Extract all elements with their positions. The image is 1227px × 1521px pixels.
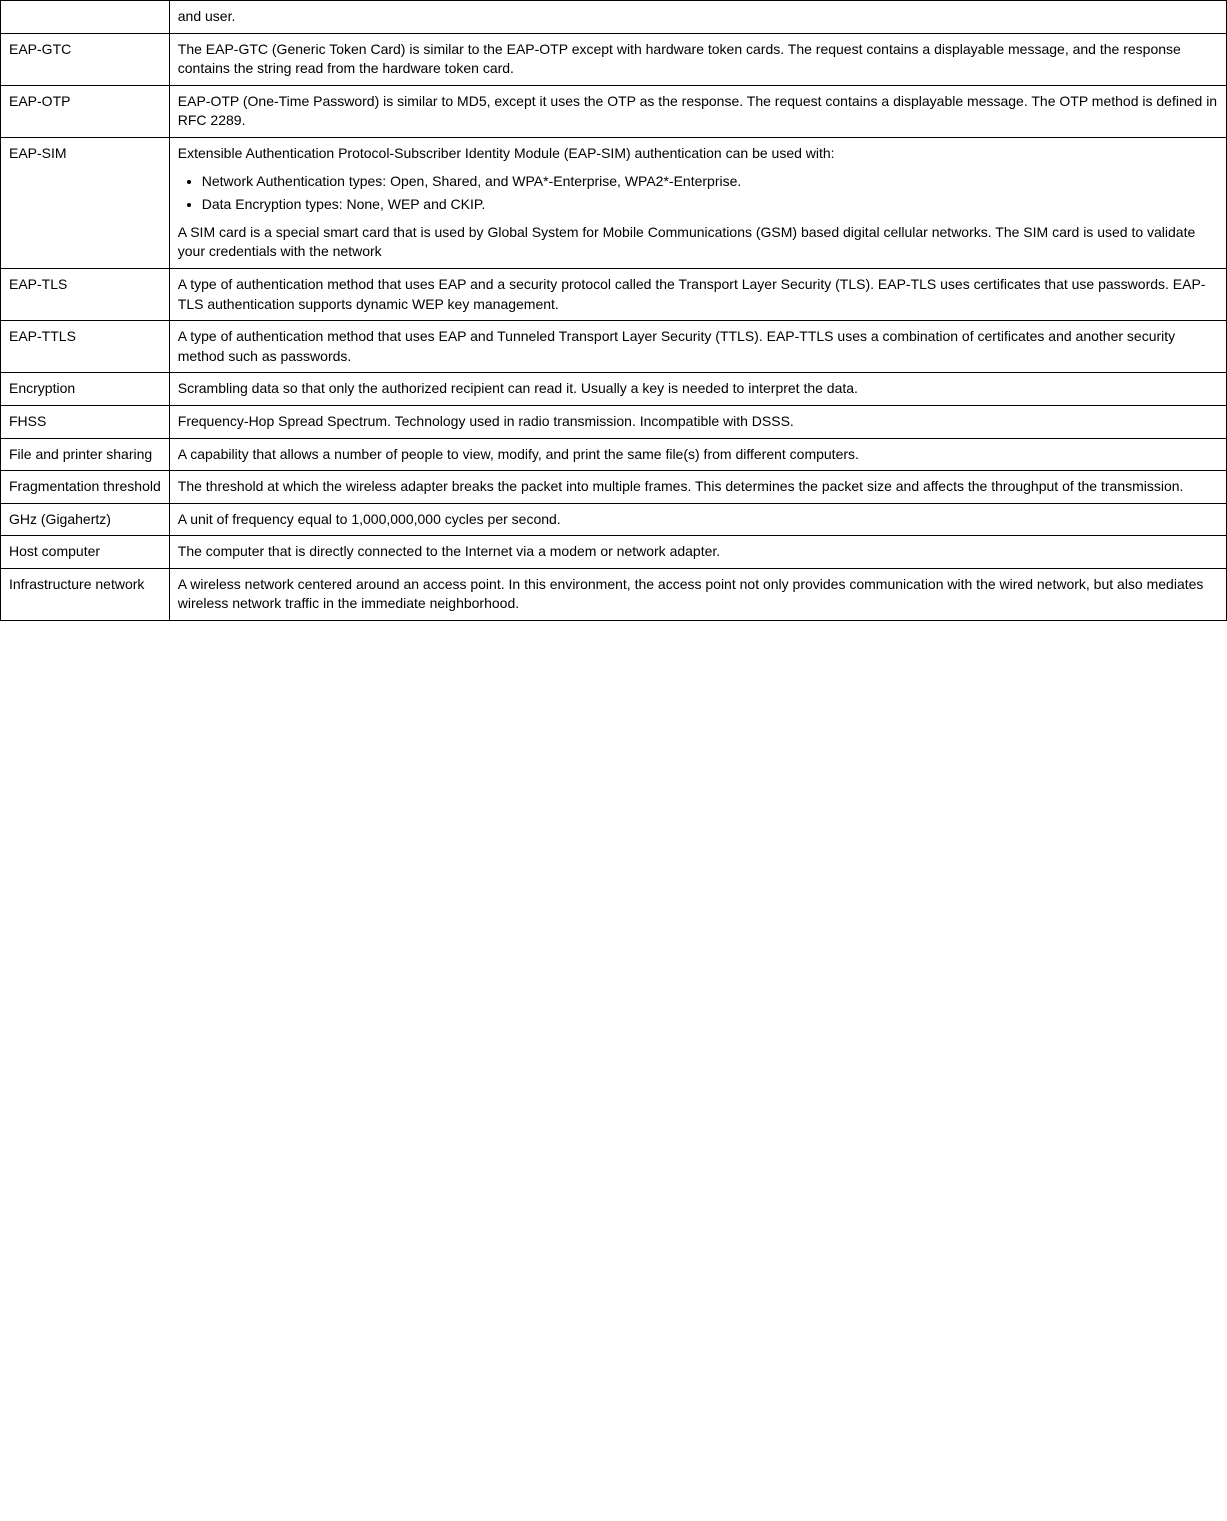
term-cell: Fragmentation threshold bbox=[1, 471, 170, 504]
definition-cell: Frequency-Hop Spread Spectrum. Technolog… bbox=[169, 405, 1226, 438]
definition-cell: The computer that is directly connected … bbox=[169, 536, 1226, 569]
definition-cell: A type of authentication method that use… bbox=[169, 321, 1226, 373]
term-cell: EAP-TTLS bbox=[1, 321, 170, 373]
definition-cell: A capability that allows a number of peo… bbox=[169, 438, 1226, 471]
term-cell: EAP-GTC bbox=[1, 33, 170, 85]
definition-cell: EAP-OTP (One-Time Password) is similar t… bbox=[169, 85, 1226, 137]
definition-cell: The EAP-GTC (Generic Token Card) is simi… bbox=[169, 33, 1226, 85]
term-cell: EAP-TLS bbox=[1, 268, 170, 320]
term-cell bbox=[1, 1, 170, 34]
table-row: and user. bbox=[1, 1, 1227, 34]
definition-cell: A type of authentication method that use… bbox=[169, 268, 1226, 320]
definition-cell: Extensible Authentication Protocol-Subsc… bbox=[169, 137, 1226, 268]
table-row: Infrastructure networkA wireless network… bbox=[1, 568, 1227, 620]
definition-cell: and user. bbox=[169, 1, 1226, 34]
definition-cell: A unit of frequency equal to 1,000,000,0… bbox=[169, 503, 1226, 536]
list-item: Data Encryption types: None, WEP and CKI… bbox=[202, 195, 1218, 215]
table-row: EncryptionScrambling data so that only t… bbox=[1, 373, 1227, 406]
table-row: EAP-TLSA type of authentication method t… bbox=[1, 268, 1227, 320]
table-row: FHSSFrequency-Hop Spread Spectrum. Techn… bbox=[1, 405, 1227, 438]
definition-cell: The threshold at which the wireless adap… bbox=[169, 471, 1226, 504]
term-cell: Infrastructure network bbox=[1, 568, 170, 620]
term-cell: File and printer sharing bbox=[1, 438, 170, 471]
term-cell: EAP-SIM bbox=[1, 137, 170, 268]
term-cell: Host computer bbox=[1, 536, 170, 569]
definition-cell: A wireless network centered around an ac… bbox=[169, 568, 1226, 620]
table-row: File and printer sharingA capability tha… bbox=[1, 438, 1227, 471]
table-row: GHz (Gigahertz)A unit of frequency equal… bbox=[1, 503, 1227, 536]
table-row: EAP-TTLSA type of authentication method … bbox=[1, 321, 1227, 373]
table-row: Fragmentation thresholdThe threshold at … bbox=[1, 471, 1227, 504]
list-item: Network Authentication types: Open, Shar… bbox=[202, 172, 1218, 192]
term-cell: EAP-OTP bbox=[1, 85, 170, 137]
table-row: EAP-GTCThe EAP-GTC (Generic Token Card) … bbox=[1, 33, 1227, 85]
table-row: EAP-SIMExtensible Authentication Protoco… bbox=[1, 137, 1227, 268]
term-cell: GHz (Gigahertz) bbox=[1, 503, 170, 536]
term-cell: FHSS bbox=[1, 405, 170, 438]
definition-cell: Scrambling data so that only the authori… bbox=[169, 373, 1226, 406]
glossary-table: and user.EAP-GTCThe EAP-GTC (Generic Tok… bbox=[0, 0, 1227, 621]
term-cell: Encryption bbox=[1, 373, 170, 406]
table-row: EAP-OTPEAP-OTP (One-Time Password) is si… bbox=[1, 85, 1227, 137]
table-row: Host computerThe computer that is direct… bbox=[1, 536, 1227, 569]
